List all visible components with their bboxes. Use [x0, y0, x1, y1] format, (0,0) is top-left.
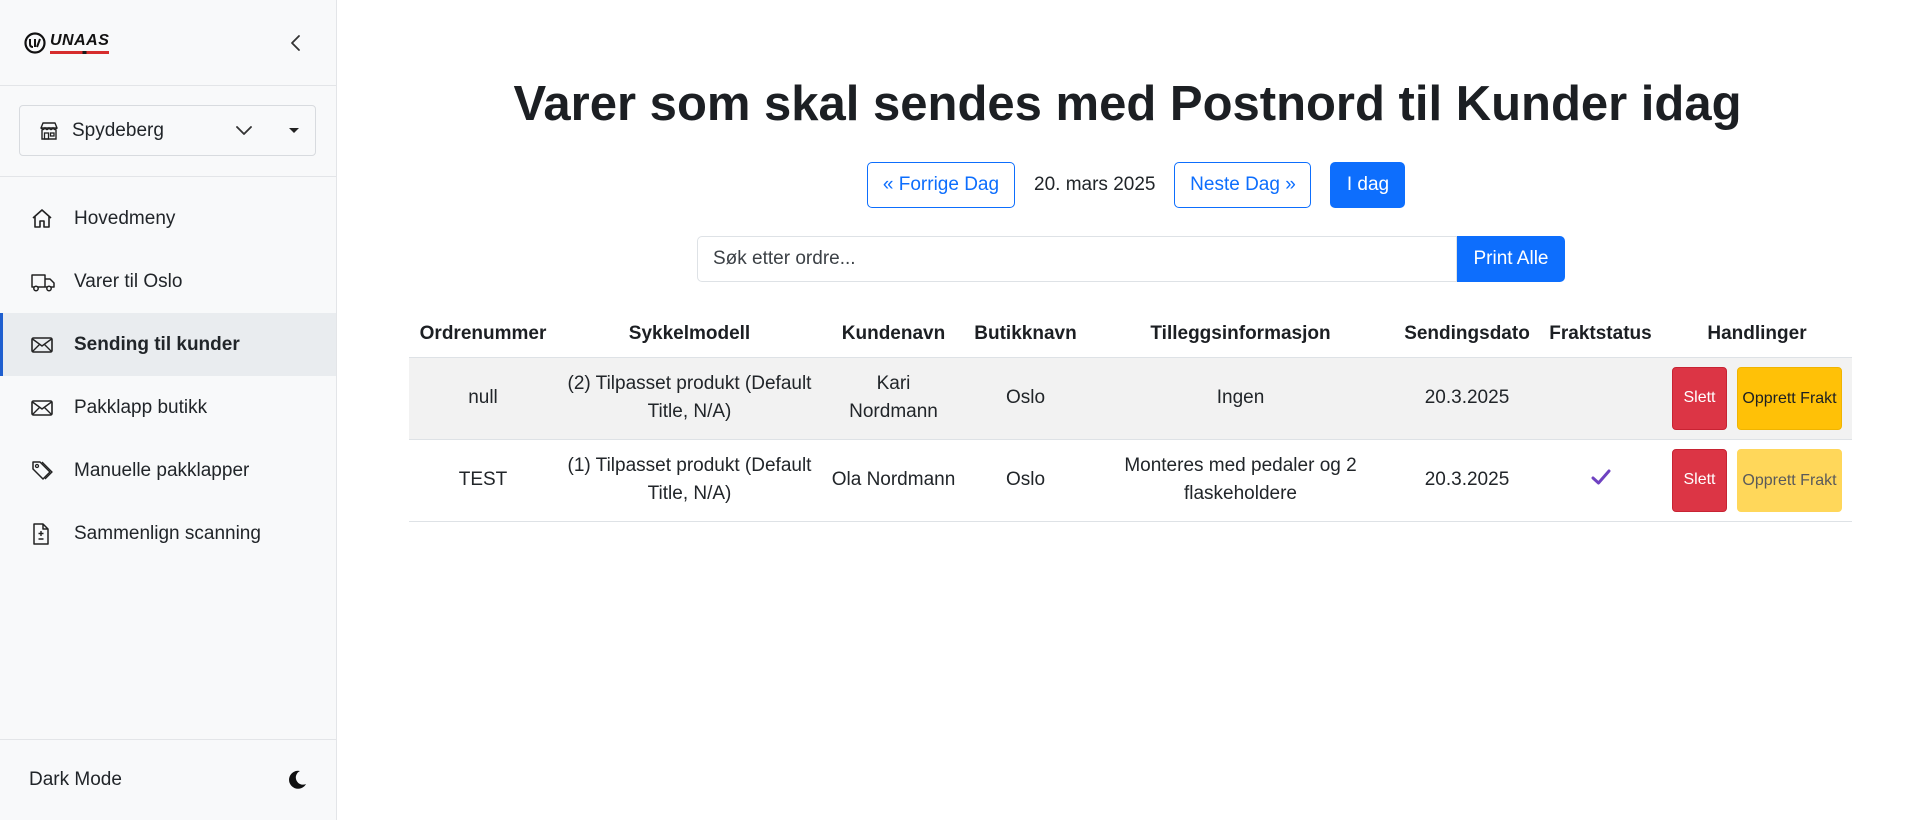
actions-cell: Slett Opprett Frakt: [1662, 439, 1852, 522]
dark-mode-label: Dark Mode: [29, 769, 122, 790]
caret-down-icon: [289, 128, 299, 133]
sidebar-item-sending-til-kunder[interactable]: Sending til kunder: [0, 313, 336, 376]
sidebar-item-label: Manuelle pakklapper: [74, 459, 250, 481]
envelope-icon: [30, 331, 58, 359]
column-header: Ordrenummer: [409, 312, 557, 358]
shipping-date-cell: 20.3.2025: [1395, 439, 1539, 522]
sidebar-item-label: Hovedmeny: [74, 207, 176, 229]
store-name-cell: Oslo: [965, 357, 1086, 440]
freight-status-cell: [1539, 357, 1662, 440]
search-row: Print Alle: [697, 236, 1565, 282]
store-name-cell: Oslo: [965, 439, 1086, 522]
order-number-cell: TEST: [409, 439, 557, 522]
bike-model-cell: (2) Tilpasset produkt (Default Title, N/…: [557, 357, 822, 440]
date-navigation: « Forrige Dag 20. mars 2025 Neste Dag » …: [867, 162, 1406, 208]
column-header: Handlinger: [1662, 312, 1852, 358]
delete-button[interactable]: Slett: [1672, 366, 1727, 430]
check-icon: [1591, 469, 1610, 485]
column-header: Sendingsdato: [1395, 312, 1539, 358]
table-row: TEST (1) Tilpasset produkt (Default Titl…: [409, 439, 1852, 522]
shop-icon: [40, 121, 58, 140]
freight-status-cell: [1539, 439, 1662, 522]
column-header: Sykkelmodell: [557, 312, 822, 358]
chevron-left-icon: [291, 34, 300, 51]
sidebar-item-label: Varer til Oslo: [74, 270, 183, 292]
page-title: Varer som skal sendes med Postnord til K…: [513, 77, 1742, 131]
sidebar-item-label: Pakklapp butikk: [74, 396, 208, 418]
column-header: Fraktstatus: [1539, 312, 1662, 358]
chevron-down-icon: [235, 125, 253, 137]
truck-icon: [30, 268, 58, 296]
sidebar-item-sammenlign-scanning[interactable]: Sammenlign scanning: [0, 502, 336, 565]
sidebar-item-pakklapp-butikk[interactable]: Pakklapp butikk: [0, 376, 336, 439]
app-root: UNAAS Spydeberg Hovedmeny Varer til Oslo…: [0, 0, 1918, 820]
previous-day-button[interactable]: « Forrige Dag: [867, 162, 1015, 208]
additional-info-cell: Monteres med pedaler og 2 flaskeholdere: [1086, 439, 1395, 522]
sidebar-item-label: Sending til kunder: [74, 333, 240, 355]
home-icon: [30, 205, 58, 233]
sidebar-item-manuelle-pakklapper[interactable]: Manuelle pakklapper: [0, 439, 336, 502]
today-button[interactable]: I dag: [1330, 162, 1406, 208]
shipping-date-cell: 20.3.2025: [1395, 357, 1539, 440]
dark-mode-toggle[interactable]: Dark Mode: [0, 739, 336, 820]
file-diff-icon: [30, 520, 58, 548]
envelope-icon: [30, 394, 58, 422]
table-row: null (2) Tilpasset produkt (Default Titl…: [409, 357, 1852, 440]
brand-logo[interactable]: UNAAS: [24, 31, 110, 54]
next-day-button[interactable]: Neste Dag »: [1174, 162, 1312, 208]
column-header: Tilleggsinformasjon: [1086, 312, 1395, 358]
sidebar-item-varer-til-oslo[interactable]: Varer til Oslo: [0, 250, 336, 313]
store-select-value: Spydeberg: [72, 119, 164, 141]
customer-name-cell: Kari Nordmann: [822, 357, 965, 440]
print-all-button[interactable]: Print Alle: [1457, 236, 1565, 282]
additional-info-cell: Ingen: [1086, 357, 1395, 440]
order-number-cell: null: [409, 357, 557, 440]
current-date-label: 20. mars 2025: [1034, 174, 1156, 195]
create-freight-button[interactable]: Opprett Frakt: [1737, 366, 1842, 430]
customer-name-cell: Ola Nordmann: [822, 439, 965, 522]
column-header: Kundenavn: [822, 312, 965, 358]
logo-text: UNAAS: [50, 32, 110, 54]
sidebar-item-hovedmeny[interactable]: Hovedmeny: [0, 187, 336, 250]
actions-cell: Slett Opprett Frakt: [1662, 357, 1852, 440]
column-header: Butikknavn: [965, 312, 1086, 358]
tags-icon: [30, 457, 58, 485]
store-select-wrapper: Spydeberg: [0, 86, 336, 177]
bike-model-cell: (1) Tilpasset produkt (Default Title, N/…: [557, 439, 822, 522]
sidebar-header: UNAAS: [0, 0, 336, 86]
sidebar-item-label: Sammenlign scanning: [74, 522, 261, 544]
create-freight-button[interactable]: Opprett Frakt: [1737, 448, 1842, 512]
moon-icon: [289, 770, 306, 789]
order-search-input[interactable]: [697, 236, 1457, 282]
sidebar: UNAAS Spydeberg Hovedmeny Varer til Oslo…: [0, 0, 337, 820]
table-header: Ordrenummer Sykkelmodell Kundenavn Butik…: [409, 312, 1852, 358]
sidebar-nav: Hovedmeny Varer til Oslo Sending til kun…: [0, 177, 336, 565]
main-content: Varer som skal sendes med Postnord til K…: [337, 0, 1918, 820]
delete-button[interactable]: Slett: [1672, 448, 1727, 512]
store-select[interactable]: Spydeberg: [19, 105, 316, 156]
orders-table: Ordrenummer Sykkelmodell Kundenavn Butik…: [409, 312, 1852, 522]
collapse-sidebar-button[interactable]: [284, 31, 308, 55]
logo-mark-icon: [24, 31, 46, 54]
